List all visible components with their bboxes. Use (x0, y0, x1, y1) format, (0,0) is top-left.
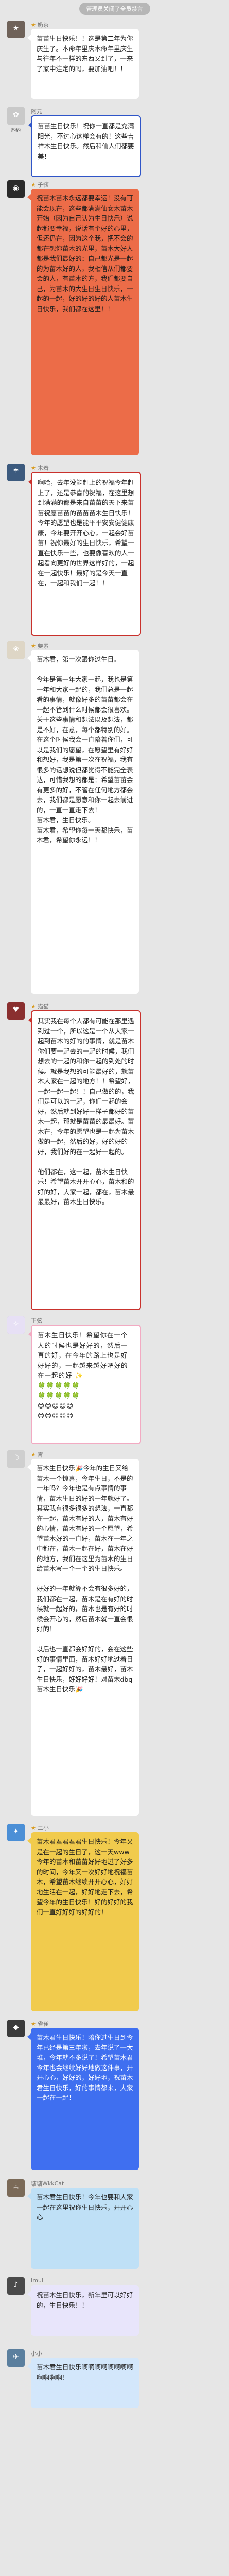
sender-name: 正弦 (31, 1316, 42, 1325)
avatar[interactable]: ☕ (7, 2179, 25, 2197)
star-icon: ★ (31, 2021, 36, 2027)
sender-name-text: 木着 (37, 465, 49, 471)
avatar[interactable]: ★ (7, 21, 25, 38)
sender-name: ★ 子弦 (31, 180, 49, 189)
avatar[interactable]: ✦ (7, 1824, 25, 1841)
star-icon: ★ (31, 465, 36, 471)
avatar[interactable]: ◉ (7, 180, 25, 198)
avatar[interactable]: ✧ (7, 1316, 25, 1334)
message-bubble[interactable]: 苗木君生日快乐！陪你过生日到今年已经是第三年啦，去年说了一大堆，今年就不多说了！… (27, 2028, 139, 2170)
message-bubble[interactable]: 其实我在每个人都有可能在那里遇到过一个，所以这是一个从大家一起到苗木的好的的事情… (28, 1010, 141, 1310)
sender-name: 阿元 (31, 107, 42, 115)
sender-name-text: 小小 (31, 2350, 42, 2357)
message-bubble[interactable]: 苗苗生日快乐！！这是第二年为你庆生了。本命年里庆木命年里庆生与往年不一样的东西又… (27, 29, 139, 99)
sender-name: 瑭瑭WkkCat (31, 2179, 64, 2188)
avatar-icon: ✦ (13, 1827, 19, 1836)
sender-name-text: 雀雀 (37, 2021, 49, 2027)
chat-log: 管理员关闭了全员禁言 ★ ★ 奶茶 苗苗生日快乐！！这是第二年为你庆生了。本命年里… (0, 0, 229, 2576)
star-icon: ★ (31, 1451, 36, 1458)
avatar[interactable]: ☽ (7, 1450, 25, 1468)
sender-name-text: 阿元 (31, 108, 42, 115)
avatar-icon: ★ (12, 24, 20, 32)
avatar[interactable]: ❀ (7, 641, 25, 659)
system-notice-text: 管理员关闭了全员禁言 (79, 3, 150, 15)
avatar[interactable]: ☂ (7, 464, 25, 481)
sender-name: ★ 木着 (31, 464, 49, 472)
sender-name: ★ 奶茶 (31, 21, 49, 29)
avatar-icon: ♪ (13, 2281, 19, 2289)
avatar-icon: ❀ (13, 645, 19, 653)
message-bubble[interactable]: 苗苗生日快乐！祝你一直都是充满阳光，不过心这样会有的！这些吉祥木生日快乐。然后和… (28, 115, 141, 177)
sender-name-text: 奶茶 (37, 22, 49, 28)
sender-name: ★ 霄 (31, 1450, 43, 1459)
message-bubble[interactable]: 祝苗木生日快乐，新年里可以好好的，生日快乐！！ (27, 2285, 139, 2336)
avatar-icon: ✧ (13, 1320, 19, 1328)
message-bubble[interactable]: 苗木君，第一次跟你过生日。 今年是第一年大家一起，我也是第一年和大家一起的，我们… (27, 650, 139, 994)
star-icon: ★ (31, 1825, 36, 1832)
sender-name-text: Imul (31, 2277, 43, 2284)
sender-name-text: 二小 (37, 1825, 49, 1832)
sender-name: Imul (31, 2277, 43, 2284)
message-bubble[interactable]: 苗木生日快乐🎉今年的生日又给苗木一个惊喜，今年生日，不是的一年吗？今年也是有点事… (27, 1459, 139, 1816)
sender-name-text: 瑭瑭WkkCat (31, 2180, 64, 2187)
sender-name: ★ 二小 (31, 1824, 49, 1832)
member-badge: 豹豹 (11, 128, 21, 133)
star-icon: ★ (31, 1003, 36, 1010)
avatar-icon: ✿ (13, 111, 19, 119)
avatar-icon: ✈ (13, 2353, 19, 2361)
avatar-icon: ☽ (12, 1454, 20, 1462)
avatar[interactable]: ♥ (7, 1002, 25, 1020)
sender-name-text: 子弦 (37, 181, 49, 188)
star-icon: ★ (31, 22, 36, 28)
star-icon: ★ (31, 642, 36, 649)
avatar[interactable]: ◆ (7, 2020, 25, 2037)
message-bubble[interactable]: 苗木君生日快乐！今年也要和大家一起在这里祝你生日快乐，开开心心 (27, 2188, 139, 2269)
sender-name: ★ 猫猫 (31, 1002, 49, 1010)
sender-name-text: 霄 (37, 1451, 43, 1458)
avatar-icon: ◆ (13, 2023, 19, 2031)
sender-name-text: 要素 (37, 642, 49, 649)
avatar[interactable]: ✿ (7, 107, 25, 125)
message-bubble[interactable]: 苗木生日快乐！希望你在一个人的时候也是好好的，然后一直的好，在今年的路上也是好好… (28, 1325, 141, 1444)
sender-name-text: 猫猫 (37, 1003, 49, 1010)
avatar[interactable]: ♪ (7, 2277, 25, 2295)
star-icon: ★ (31, 181, 36, 188)
message-bubble[interactable]: 祝苗木苗木永远都要幸运！没有可能会现在，这些都满满仙女木苗木开始（因为自己认为生… (27, 189, 139, 455)
sender-name: ★ 雀雀 (31, 2020, 49, 2028)
message-bubble[interactable]: 啊哈，去年没能赶上的祝福今年赶上了，还是恭喜的祝福，在这里想到满满的都是来自苗苗… (28, 472, 141, 636)
sender-name-text: 正弦 (31, 1317, 42, 1324)
avatar-icon: ◉ (12, 184, 20, 192)
avatar[interactable]: ✈ (7, 2349, 25, 2367)
message-bubble[interactable]: 苗木君君君君君生日快乐！今年又是在一起的生日了，这一天www今年的苗木和苗苗好好… (27, 1832, 139, 2011)
avatar-icon: ☂ (12, 467, 20, 476)
system-notice: 管理员关闭了全员禁言 (0, 0, 229, 18)
message-bubble[interactable]: 苗木君生日快乐啊啊啊啊啊啊啊啊啊啊啊啊！ (27, 2358, 139, 2408)
avatar-icon: ♥ (12, 1006, 20, 1014)
sender-name: ★ 要素 (31, 641, 49, 650)
avatar-icon: ☕ (12, 2183, 20, 2191)
sender-name: 小小 (31, 2349, 42, 2358)
